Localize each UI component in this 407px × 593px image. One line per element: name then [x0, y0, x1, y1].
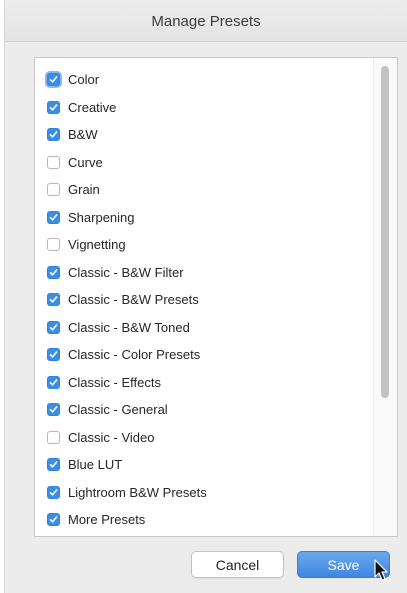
- checked-checkbox-icon[interactable]: [47, 265, 60, 279]
- checked-checkbox-icon[interactable]: [47, 348, 60, 362]
- preset-label: Classic - B&W Toned: [68, 319, 190, 335]
- preset-item[interactable]: Classic - Video: [35, 424, 371, 452]
- mouse-pointer-icon: [374, 559, 388, 581]
- preset-label: Classic - Video: [68, 429, 155, 445]
- preset-item[interactable]: Classic - General: [35, 396, 371, 424]
- preset-label: Grain: [68, 182, 100, 198]
- cancel-button[interactable]: Cancel: [191, 551, 284, 578]
- unchecked-checkbox-icon[interactable]: [47, 155, 60, 169]
- preset-label: Classic - Color Presets: [68, 347, 201, 363]
- preset-label: Classic - B&W Presets: [68, 292, 199, 308]
- preset-item[interactable]: Sharpening: [35, 204, 371, 232]
- preset-item[interactable]: Lightroom B&W Presets: [35, 479, 371, 507]
- checked-checkbox-icon[interactable]: [47, 513, 60, 527]
- preset-label: Curve: [68, 154, 103, 170]
- preset-label: Color: [68, 72, 100, 88]
- unchecked-checkbox-icon[interactable]: [47, 238, 60, 252]
- preset-item[interactable]: Creative: [35, 94, 371, 122]
- dialog-title: Manage Presets: [151, 13, 261, 30]
- checked-checkbox-icon[interactable]: [47, 293, 60, 307]
- manage-presets-dialog: Manage Presets Color Creative B&W Curve Grai…: [4, 0, 407, 593]
- checked-checkbox-icon[interactable]: [47, 458, 60, 472]
- preset-label: B&W: [68, 127, 98, 143]
- preset-label: Classic - General: [68, 402, 168, 418]
- preset-item[interactable]: Classic - B&W Filter: [35, 259, 371, 287]
- presets-list: Color Creative B&W Curve Grain Sharpening Vign…: [35, 66, 371, 534]
- preset-item[interactable]: Classic - B&W Toned: [35, 314, 371, 342]
- presets-list-panel: Color Creative B&W Curve Grain Sharpening Vign…: [34, 57, 398, 537]
- preset-label: Sharpening: [68, 209, 135, 225]
- preset-item[interactable]: B&W: [35, 121, 371, 149]
- checked-checkbox-icon[interactable]: [47, 128, 60, 142]
- checked-checkbox-icon[interactable]: [47, 375, 60, 389]
- preset-item[interactable]: Vignetting: [35, 231, 371, 259]
- preset-label: Classic - B&W Filter: [68, 264, 184, 280]
- scrollbar[interactable]: [373, 58, 397, 536]
- preset-label: Blue LUT: [68, 457, 123, 473]
- checked-checkbox-icon[interactable]: [47, 100, 60, 114]
- checked-checkbox-icon[interactable]: [47, 210, 60, 224]
- preset-item[interactable]: Classic - B&W Presets: [35, 286, 371, 314]
- preset-item[interactable]: Curve: [35, 149, 371, 177]
- preset-label: Classic - Effects: [68, 374, 161, 390]
- checked-checkbox-icon[interactable]: [47, 403, 60, 417]
- unchecked-checkbox-icon[interactable]: [47, 430, 60, 444]
- preset-item[interactable]: Classic - Effects: [35, 369, 371, 397]
- preset-label: Lightroom B&W Presets: [68, 484, 207, 500]
- preset-item[interactable]: Blue LUT: [35, 451, 371, 479]
- preset-label: Creative: [68, 99, 117, 115]
- checked-checkbox-icon[interactable]: [47, 73, 60, 87]
- preset-label: Vignetting: [68, 237, 126, 253]
- preset-item[interactable]: Color: [35, 66, 371, 94]
- scrollbar-thumb[interactable]: [381, 66, 389, 398]
- checked-checkbox-icon[interactable]: [47, 485, 60, 499]
- preset-item[interactable]: Classic - Color Presets: [35, 341, 371, 369]
- preset-item[interactable]: Grain: [35, 176, 371, 204]
- preset-label: More Presets: [68, 512, 146, 528]
- preset-item[interactable]: More Presets: [35, 506, 371, 534]
- checked-checkbox-icon[interactable]: [47, 320, 60, 334]
- unchecked-checkbox-icon[interactable]: [47, 183, 60, 197]
- title-bar[interactable]: Manage Presets: [5, 0, 407, 42]
